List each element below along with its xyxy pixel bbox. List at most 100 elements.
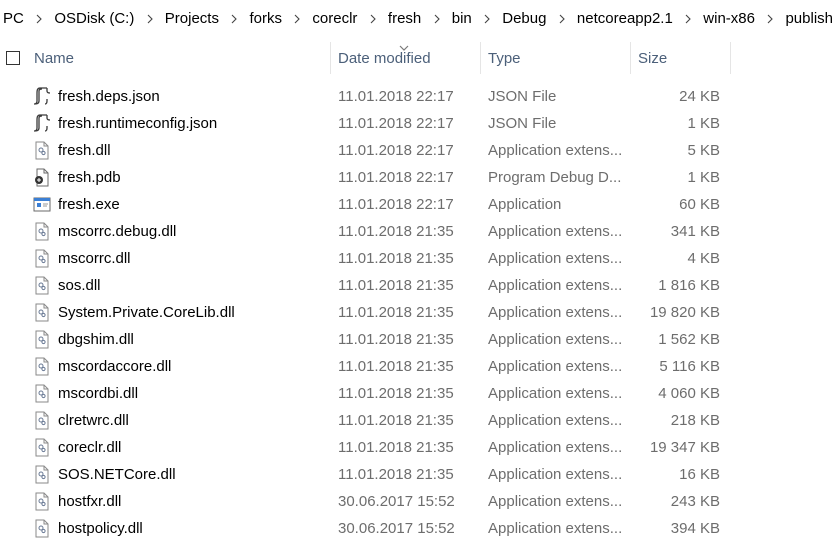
file-name[interactable]: coreclr.dll [58,439,121,456]
chevron-right-icon[interactable] [474,11,500,26]
file-name[interactable]: fresh.deps.json [58,88,160,105]
column-header-date[interactable]: Date modified [338,42,431,74]
column-divider[interactable] [630,42,631,74]
file-size: 60 KB [679,196,720,213]
file-row[interactable]: mscorrc.debug.dll 11.01.2018 21:35 Applica… [0,218,835,245]
column-divider[interactable] [480,42,481,74]
file-row[interactable]: mscorrc.dll 11.01.2018 21:35 Application e… [0,245,835,272]
chevron-right-icon[interactable] [675,11,701,26]
file-date-modified: 11.01.2018 22:17 [338,196,454,213]
file-date-modified: 11.01.2018 22:17 [338,88,454,105]
breadcrumb-item[interactable]: publish [783,10,835,27]
file-type: Application extens... [488,493,623,510]
file-name[interactable]: sos.dll [58,277,101,294]
column-header-size[interactable]: Size [638,42,667,74]
breadcrumb-item[interactable]: forks [247,10,284,27]
file-row[interactable]: mscordbi.dll 11.01.2018 21:35 Application … [0,380,835,407]
file-name[interactable]: fresh.pdb [58,169,121,186]
file-type: Application extens... [488,304,623,321]
column-header-type[interactable]: Type [488,42,521,74]
chevron-right-icon[interactable] [26,11,52,26]
file-name[interactable]: fresh.dll [58,142,111,159]
file-row[interactable]: System.Private.CoreLib.dll 11.01.2018 21:… [0,299,835,326]
file-row[interactable]: clretwrc.dll 11.01.2018 21:35 Application … [0,407,835,434]
file-row[interactable]: mscordaccore.dll 11.01.2018 21:35 Applicat… [0,353,835,380]
file-type: Application extens... [488,223,623,240]
file-date-modified: 11.01.2018 21:35 [338,277,454,294]
chevron-down-icon [399,38,409,56]
json-file-icon [33,87,51,106]
file-row[interactable]: fresh.dll 11.01.2018 22:17 Application ext… [0,137,835,164]
file-row[interactable]: sos.dll 11.01.2018 21:35 Application exten… [0,272,835,299]
file-size: 24 KB [679,88,720,105]
file-name[interactable]: mscordaccore.dll [58,358,171,375]
file-type: Application extens... [488,331,623,348]
file-size: 1 KB [687,115,720,132]
file-type: Application extens... [488,466,623,483]
file-size: 1 816 KB [658,277,720,294]
file-row[interactable]: dbgshim.dll 11.01.2018 21:35 Application e… [0,326,835,353]
chevron-right-icon[interactable] [359,11,385,26]
pdb-file-icon [33,168,51,187]
file-name[interactable]: hostfxr.dll [58,493,121,510]
file-row[interactable]: SOS.NETCore.dll 11.01.2018 21:35 Applicati… [0,461,835,488]
file-type: Application extens... [488,385,623,402]
column-header-name[interactable]: Name [34,42,74,74]
chevron-right-icon[interactable] [136,11,162,26]
file-date-modified: 11.01.2018 21:35 [338,466,454,483]
breadcrumb-item[interactable]: bin [450,10,474,27]
dll-file-icon [33,384,51,403]
chevron-right-icon[interactable] [548,11,574,26]
file-size: 4 060 KB [658,385,720,402]
file-row[interactable]: fresh.runtimeconfig.json 11.01.2018 22:17… [0,110,835,137]
dll-file-icon [33,357,51,376]
chevron-right-icon[interactable] [221,11,247,26]
file-date-modified: 11.01.2018 21:35 [338,358,454,375]
breadcrumb-item[interactable]: PC [0,10,26,27]
file-type: Application extens... [488,142,623,159]
file-name[interactable]: mscorrc.dll [58,250,131,267]
file-name[interactable]: fresh.exe [58,196,120,213]
file-name[interactable]: hostpolicy.dll [58,520,143,537]
file-row[interactable]: coreclr.dll 11.01.2018 21:35 Application e… [0,434,835,461]
dll-file-icon [33,492,51,511]
file-size: 218 KB [670,412,720,429]
file-row[interactable]: fresh.deps.json 11.01.2018 22:17 JSON File… [0,83,835,110]
file-date-modified: 11.01.2018 21:35 [338,412,454,429]
file-size: 394 KB [670,520,720,537]
file-name[interactable]: System.Private.CoreLib.dll [58,304,235,321]
file-type: Application extens... [488,439,623,456]
file-row[interactable]: hostpolicy.dll 30.06.2017 15:52 Applicatio… [0,515,835,542]
breadcrumb-item[interactable]: fresh [386,10,423,27]
file-date-modified: 11.01.2018 21:35 [338,439,454,456]
chevron-right-icon[interactable] [284,11,310,26]
file-type: Application extens... [488,250,623,267]
dll-file-icon [33,141,51,160]
breadcrumb-item[interactable]: OSDisk (C:) [52,10,136,27]
file-size: 19 820 KB [649,304,720,321]
json-file-icon [33,114,51,133]
select-all-checkbox[interactable] [6,51,20,65]
file-name[interactable]: dbgshim.dll [58,331,134,348]
chevron-right-icon[interactable] [757,11,783,26]
file-type: Application extens... [488,520,623,537]
file-name[interactable]: SOS.NETCore.dll [58,466,176,483]
breadcrumb-item[interactable]: Projects [163,10,221,27]
file-name[interactable]: clretwrc.dll [58,412,129,429]
breadcrumb-item[interactable]: netcoreapp2.1 [575,10,675,27]
file-size: 341 KB [670,223,720,240]
breadcrumb-item[interactable]: Debug [500,10,548,27]
file-name[interactable]: mscorrc.debug.dll [58,223,176,240]
column-divider[interactable] [330,42,331,74]
file-size: 1 562 KB [658,331,720,348]
breadcrumb-item[interactable]: coreclr [310,10,359,27]
file-row[interactable]: fresh.exe 11.01.2018 22:17 Application 60 K… [0,191,835,218]
file-row[interactable]: hostfxr.dll 30.06.2017 15:52 Application e… [0,488,835,515]
file-name[interactable]: fresh.runtimeconfig.json [58,115,217,132]
file-row[interactable]: fresh.pdb 11.01.2018 22:17 Program Debug D… [0,164,835,191]
chevron-right-icon[interactable] [423,11,449,26]
breadcrumb-item[interactable]: win-x86 [701,10,757,27]
column-divider[interactable] [730,42,731,74]
file-name[interactable]: mscordbi.dll [58,385,138,402]
dll-file-icon [33,222,51,241]
